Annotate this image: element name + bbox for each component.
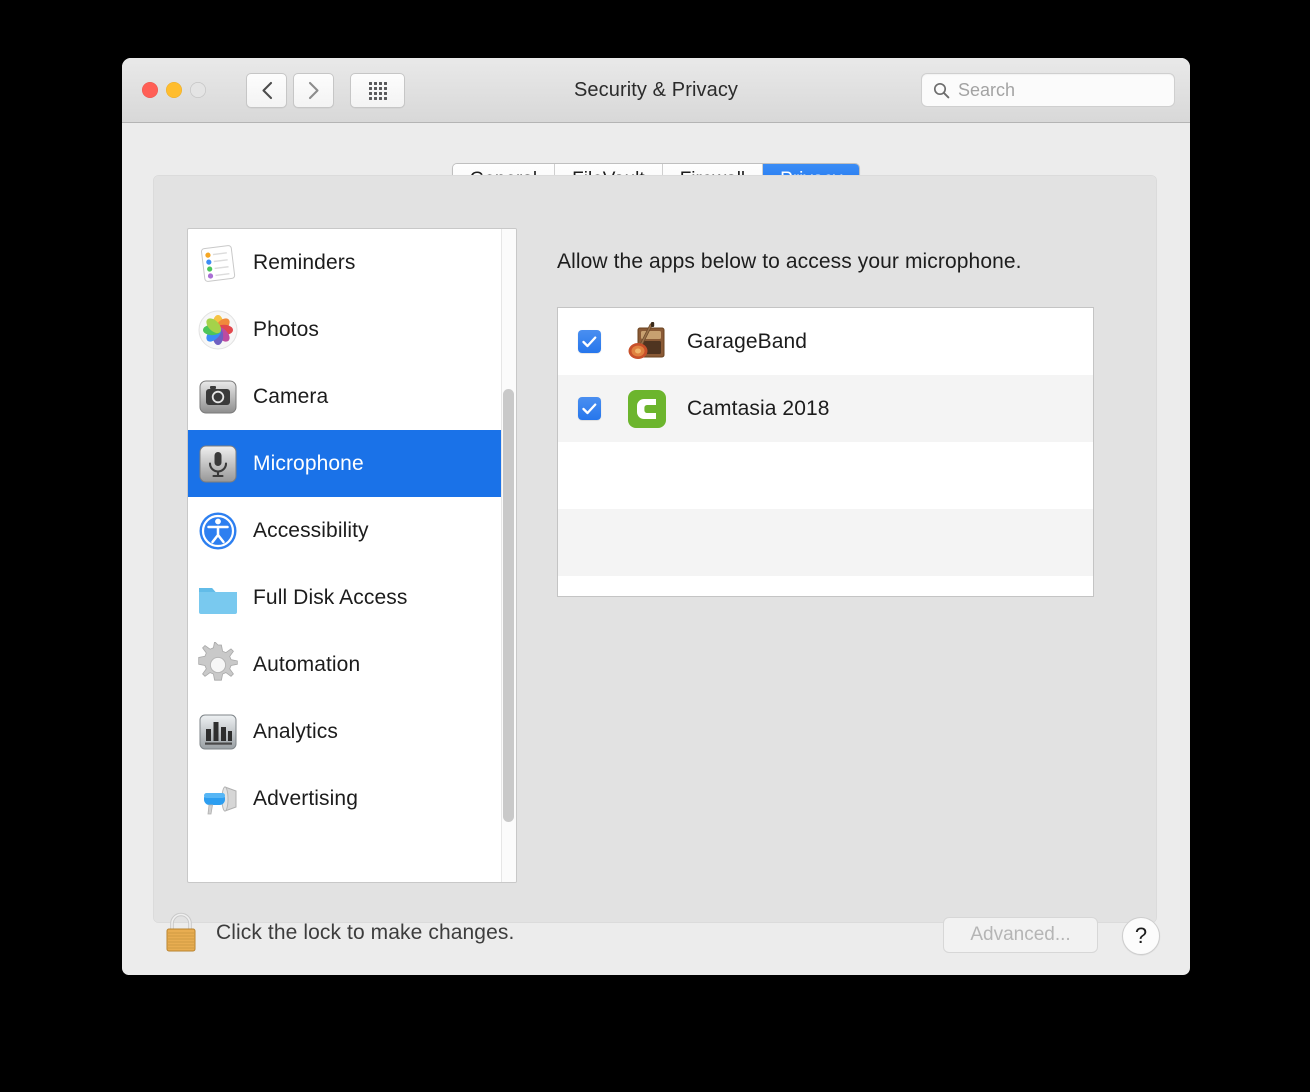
lock-control[interactable]: Click the lock to make changes. — [160, 909, 514, 957]
sidebar-item-label: Accessibility — [253, 518, 369, 542]
table-row[interactable]: Camtasia 2018 — [558, 375, 1093, 442]
accessibility-icon — [195, 508, 241, 554]
privacy-category-list: Reminders Photos Camera Microphone Acces… — [187, 228, 517, 883]
sidebar-item-label: Camera — [253, 384, 329, 408]
app-name: Camtasia 2018 — [687, 396, 830, 420]
search-placeholder: Search — [958, 79, 1016, 100]
help-button[interactable]: ? — [1122, 917, 1160, 955]
reminders-icon — [195, 240, 241, 286]
privacy-group-box: Reminders Photos Camera Microphone Acces… — [153, 175, 1157, 923]
sidebar-item-photos[interactable]: Photos — [188, 296, 516, 363]
app-permission-checkbox[interactable] — [578, 397, 601, 420]
bar-chart-icon — [195, 709, 241, 755]
sidebar-item-camera[interactable]: Camera — [188, 363, 516, 430]
camtasia-icon — [625, 387, 669, 431]
sidebar-item-label: Reminders — [253, 250, 356, 274]
sidebar-item-microphone[interactable]: Microphone — [188, 430, 516, 497]
microphone-permissions-panel: Allow the apps below to access your micr… — [530, 228, 1122, 883]
camera-icon — [195, 374, 241, 420]
sidebar-item-automation[interactable]: Automation — [188, 631, 516, 698]
sidebar-item-label: Full Disk Access — [253, 585, 408, 609]
garageband-icon — [625, 320, 669, 364]
folder-icon — [195, 575, 241, 621]
sidebar-item-label: Automation — [253, 652, 361, 676]
table-row-empty[interactable] — [558, 509, 1093, 576]
microphone-icon — [195, 441, 241, 487]
sidebar-item-label: Microphone — [253, 451, 364, 475]
window-titlebar: Security & Privacy Search — [122, 58, 1190, 123]
window-footer: Click the lock to make changes. Advanced… — [122, 912, 1190, 975]
panel-heading: Allow the apps below to access your micr… — [557, 250, 1022, 273]
sidebar-item-analytics[interactable]: Analytics — [188, 698, 516, 765]
system-preferences-window: Security & Privacy Search General FileVa… — [122, 58, 1190, 975]
megaphone-icon — [195, 776, 241, 822]
sidebar-item-reminders[interactable]: Reminders — [188, 229, 516, 296]
app-name: GarageBand — [687, 329, 808, 353]
sidebar-item-label: Advertising — [253, 786, 358, 810]
sidebar-scrollbar-thumb[interactable] — [503, 389, 514, 822]
sidebar-item-label: Analytics — [253, 719, 338, 743]
sidebar-item-accessibility[interactable]: Accessibility — [188, 497, 516, 564]
gear-icon — [195, 640, 241, 688]
app-permission-checkbox[interactable] — [578, 330, 601, 353]
app-permission-list: GarageBand Camtasia 2018 — [557, 307, 1094, 597]
sidebar-item-label: Photos — [253, 317, 319, 341]
lock-message: Click the lock to make changes. — [216, 921, 515, 944]
table-row-empty[interactable] — [558, 442, 1093, 509]
sidebar-item-advertising[interactable]: Advertising — [188, 765, 516, 832]
table-row[interactable]: GarageBand — [558, 308, 1093, 375]
search-field[interactable]: Search — [921, 73, 1175, 107]
photos-icon — [195, 307, 241, 353]
lock-closed-icon[interactable] — [160, 909, 202, 957]
sidebar-item-full-disk-access[interactable]: Full Disk Access — [188, 564, 516, 631]
advanced-button[interactable]: Advanced... — [943, 917, 1098, 953]
search-icon — [933, 82, 950, 99]
